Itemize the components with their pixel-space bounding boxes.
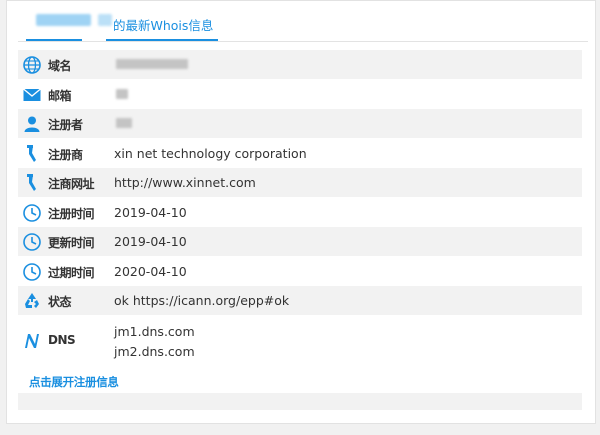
registrar-icon bbox=[27, 174, 36, 191]
value-registrar: xin net technology corporation bbox=[114, 146, 307, 161]
row-updated-date: 更新时间 2019-04-10 bbox=[18, 227, 582, 256]
value-registrar-url[interactable]: http://www.xinnet.com bbox=[114, 175, 256, 190]
row-domain: 域名 bbox=[18, 50, 582, 79]
clock-icon bbox=[23, 263, 41, 281]
value-updated-date: 2019-04-10 bbox=[114, 234, 187, 249]
whois-card: 的最新Whois信息 域名 邮箱 注册者 注册商 xin net technol… bbox=[6, 0, 596, 424]
label-creation-date: 注册时间 bbox=[48, 207, 95, 221]
value-expiry-date: 2020-04-10 bbox=[114, 264, 187, 279]
label-email: 邮箱 bbox=[48, 89, 72, 103]
dns-server-2: jm2.dns.com bbox=[114, 344, 195, 359]
dns-server-1: jm1.dns.com bbox=[114, 324, 195, 339]
clock-icon bbox=[23, 233, 41, 251]
redacted-registrant-value bbox=[116, 118, 132, 128]
user-icon bbox=[24, 116, 40, 132]
redacted-email-value bbox=[116, 89, 128, 99]
label-status: 状态 bbox=[48, 295, 72, 309]
tab-title: 的最新Whois信息 bbox=[113, 18, 214, 33]
tab-whois-active[interactable] bbox=[106, 39, 218, 41]
redacted-domain-value bbox=[116, 59, 188, 69]
value-dns: jm1.dns.com jm2.dns.com bbox=[114, 322, 195, 362]
row-expiry-date: 过期时间 2020-04-10 bbox=[18, 257, 582, 286]
recycle-icon bbox=[25, 293, 39, 308]
row-registrant: 注册者 bbox=[18, 109, 582, 138]
label-dns: DNS bbox=[48, 333, 76, 347]
mail-icon bbox=[23, 88, 41, 101]
label-domain: 域名 bbox=[48, 59, 72, 73]
value-status: ok https://icann.org/epp#ok bbox=[114, 293, 290, 308]
globe-icon bbox=[23, 56, 41, 74]
label-expiry-date: 过期时间 bbox=[48, 266, 95, 280]
label-registrar-url: 注商网址 bbox=[48, 177, 95, 191]
row-dns: DNS jm1.dns.com jm2.dns.com bbox=[18, 316, 582, 364]
label-updated-date: 更新时间 bbox=[48, 236, 95, 250]
row-email: 邮箱 bbox=[18, 80, 582, 109]
redacted-domain-blur bbox=[36, 14, 91, 26]
row-status: 状态 ok https://icann.org/epp#ok bbox=[18, 286, 582, 315]
label-registrant: 注册者 bbox=[48, 118, 83, 132]
tab-underline bbox=[26, 39, 82, 41]
tab-bar: 的最新Whois信息 bbox=[18, 1, 588, 42]
footer-bar bbox=[18, 393, 582, 410]
row-registrar: 注册商 xin net technology corporation bbox=[18, 139, 582, 168]
row-registrar-url: 注商网址 http://www.xinnet.com bbox=[18, 168, 582, 197]
expand-registration-link[interactable]: 点击展开注册信息 bbox=[29, 374, 119, 390]
clock-icon bbox=[23, 204, 41, 222]
redacted-domain-blur-2 bbox=[98, 14, 112, 26]
row-creation-date: 注册时间 2019-04-10 bbox=[18, 198, 582, 227]
value-creation-date: 2019-04-10 bbox=[114, 205, 187, 220]
dns-icon bbox=[25, 334, 39, 348]
registrar-icon bbox=[27, 145, 36, 162]
label-registrar: 注册商 bbox=[48, 148, 83, 162]
